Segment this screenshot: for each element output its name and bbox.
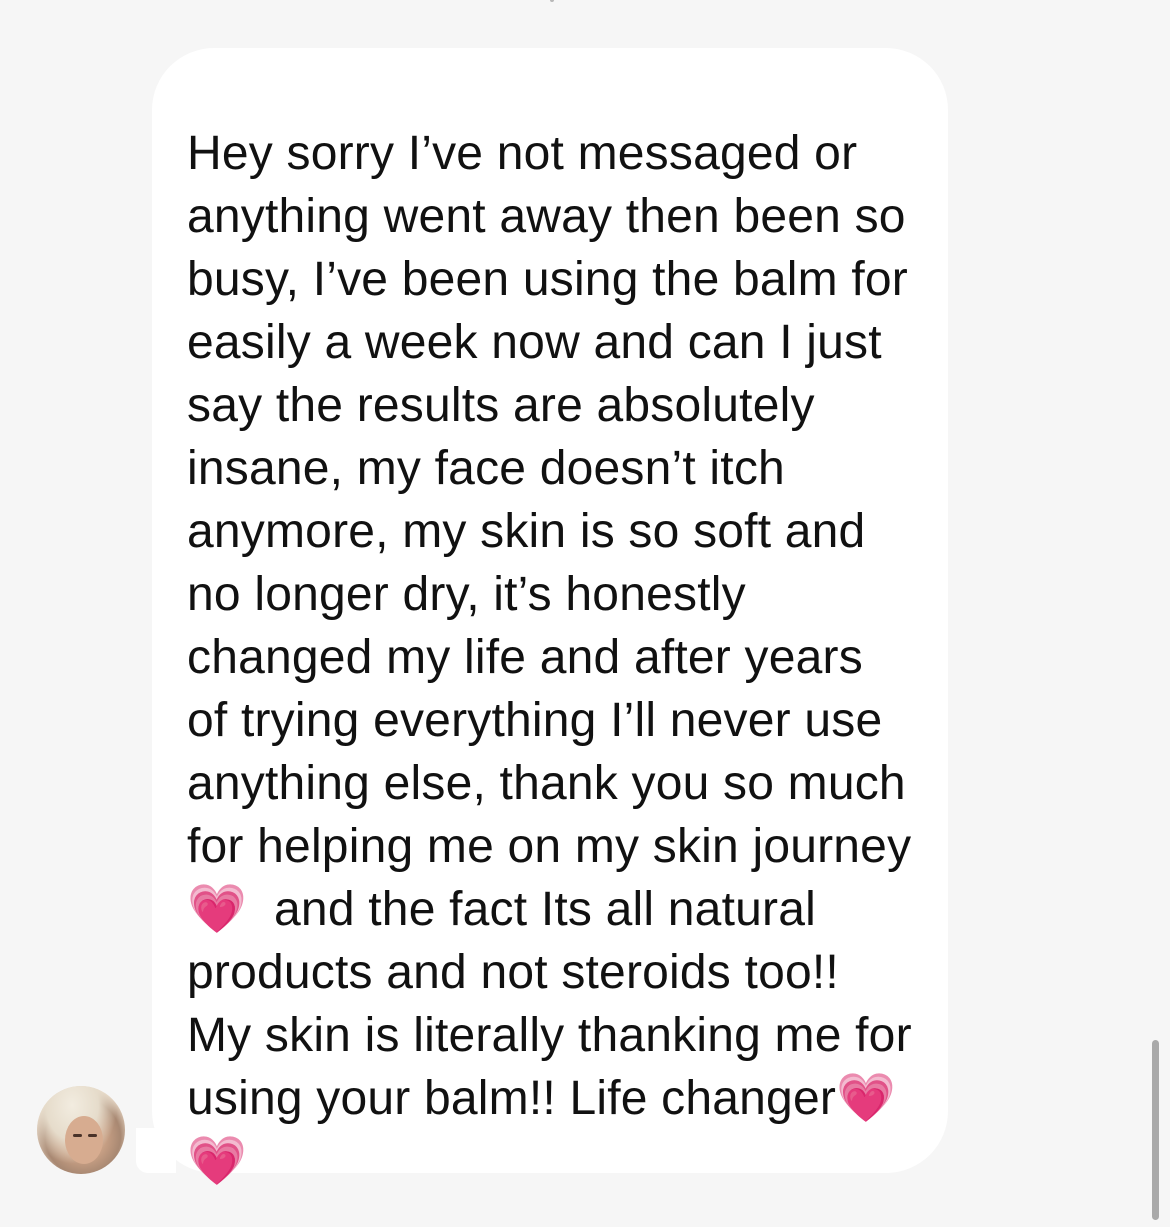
message-line: easily a week now and can I just: [187, 316, 882, 369]
message-bubble[interactable]: Hey sorry I’ve not messaged or anything …: [152, 48, 948, 1188]
message-line: for helping me on my skin journey: [187, 820, 912, 873]
previous-message-fragment: [550, 0, 554, 2]
message-line: products and not steroids too!!: [187, 946, 839, 999]
message-line: anything went away then been so: [187, 190, 906, 243]
message-line: of trying everything I’ll never use: [187, 694, 883, 747]
message-line: no longer dry, it’s honestly: [187, 568, 746, 621]
message-line: busy, I’ve been using the balm for: [187, 253, 908, 306]
sender-avatar[interactable]: [37, 1086, 125, 1174]
message-line: using your balm!! Life changer💗: [187, 1072, 896, 1125]
message-line: 💗: [187, 1135, 247, 1188]
message-line: anything else, thank you so much: [187, 757, 906, 810]
message-line: say the results are absolutely: [187, 379, 815, 432]
message-line: My skin is literally thanking me for: [187, 1009, 912, 1062]
avatar-eye-left: [73, 1134, 82, 1137]
message-line: insane, my face doesn’t itch: [187, 442, 785, 495]
message-line: 💗 and the fact Its all natural: [187, 883, 816, 936]
message-line: changed my life and after years: [187, 631, 863, 684]
message-line: Hey sorry I’ve not messaged or: [187, 127, 858, 180]
message-line: anymore, my skin is so soft and: [187, 505, 866, 558]
scrollbar-thumb[interactable]: [1152, 1040, 1159, 1220]
avatar-face: [65, 1116, 103, 1164]
message-text: Hey sorry I’ve not messaged or anything …: [187, 122, 928, 1193]
avatar-eye-right: [88, 1134, 97, 1137]
